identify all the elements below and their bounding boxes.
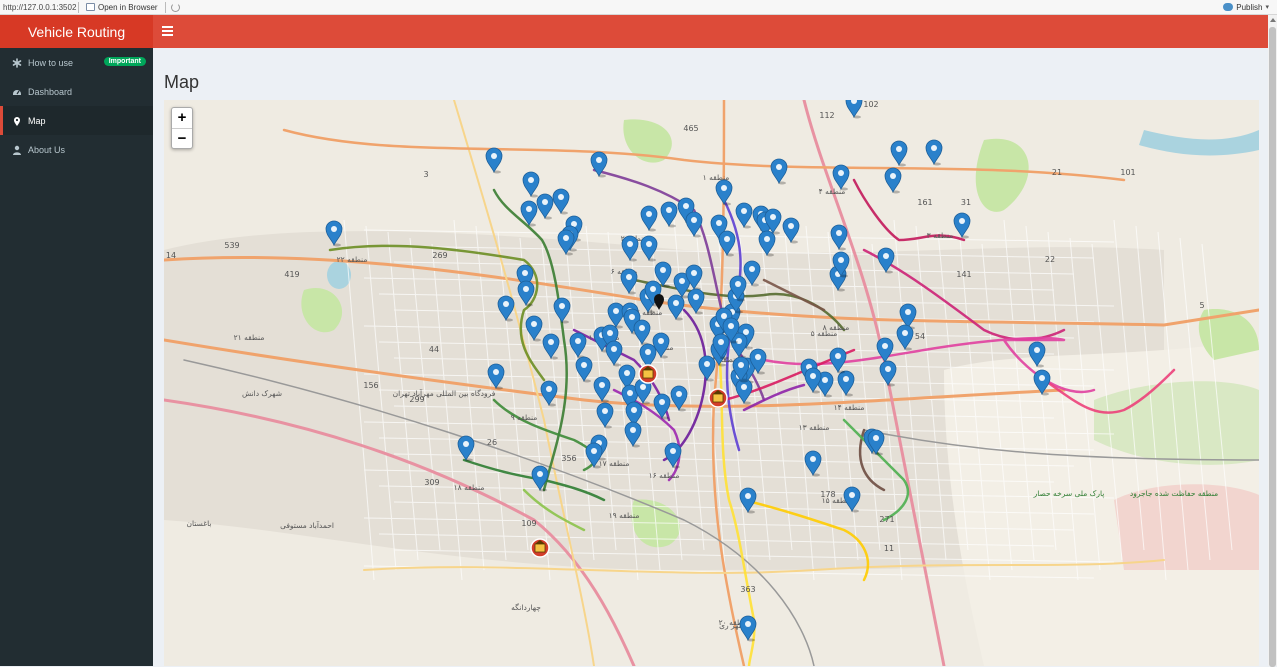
scrollbar-thumb[interactable] — [1269, 27, 1276, 667]
place-label: شهرک دانش — [242, 389, 282, 398]
depot-marker-icon[interactable] — [638, 364, 658, 384]
browser-window-icon — [86, 3, 95, 11]
main-content: Map منطقه ۱منطقه ۲منطقه ۳منطقه ۴منطقه ۵م… — [153, 48, 1268, 666]
place-label: چهاردانگه — [511, 603, 541, 612]
place-label: منطقه ۱۴ — [834, 403, 865, 412]
place-label: باغستان — [186, 519, 211, 528]
road-number-label: 21 — [1052, 168, 1062, 177]
depot-marker-icon[interactable] — [708, 388, 728, 408]
road-number-label: 419 — [284, 270, 299, 279]
dashboard-icon — [12, 87, 22, 97]
publish-icon — [1223, 3, 1234, 11]
road-number-label: 54 — [915, 332, 925, 341]
sidebar-item-label: About Us — [28, 144, 66, 155]
place-label: منطقه ۱۶ — [649, 471, 680, 480]
road-number-label: 101 — [1120, 168, 1135, 177]
toolbar-divider — [164, 1, 166, 13]
road-number-label: 141 — [956, 270, 971, 279]
open-in-browser-button[interactable]: Open in Browser — [82, 3, 162, 12]
map-marker-icon — [12, 116, 22, 126]
asterisk-icon — [12, 57, 22, 68]
app-logo[interactable]: Vehicle Routing — [0, 15, 153, 48]
sidebar-item-how-to-use[interactable]: How to use Important — [0, 48, 153, 77]
road-number-label: 271 — [879, 515, 894, 524]
road-number-label: 5 — [1199, 301, 1204, 310]
refresh-icon[interactable] — [170, 2, 180, 12]
scrollbar[interactable] — [1268, 15, 1277, 667]
road-number-label: 22 — [1045, 255, 1055, 264]
place-label: پارک ملی سرخه حصار — [1033, 489, 1105, 498]
place-label: منطقه ۳ — [927, 231, 954, 240]
zoom-out-button[interactable]: − — [172, 128, 192, 148]
road-number-label: 109 — [521, 519, 536, 528]
sidebar-item-label: Map — [28, 115, 46, 126]
publish-button[interactable]: Publish ▾ — [1223, 3, 1277, 12]
road-number-label: 363 — [740, 585, 755, 594]
sidebar-item-label: How to use — [28, 57, 74, 68]
user-icon — [12, 145, 22, 155]
road-number-label: 44 — [429, 345, 439, 354]
sidebar-item-label: Dashboard — [28, 86, 73, 97]
place-label: منطقه ۹ — [511, 413, 538, 422]
place-label: منطقه ۲۲ — [337, 255, 368, 264]
sidebar-item-about-us[interactable]: About Us — [0, 135, 153, 164]
road-number-label: 161 — [917, 198, 932, 207]
road-number-label: 3 — [423, 170, 428, 179]
open-in-browser-label: Open in Browser — [98, 2, 158, 12]
road-number-label: 465 — [683, 124, 698, 133]
road-number-label: 112 — [819, 111, 834, 120]
place-label: منطقه ۱۸ — [454, 483, 485, 492]
viewer-url: http://127.0.0.1:3502 — [3, 2, 77, 12]
sidebar-item-map[interactable]: Map — [0, 106, 153, 135]
road-number-label: 156 — [363, 381, 378, 390]
page-title: Map — [164, 72, 200, 92]
road-number-label: 356 — [561, 454, 576, 463]
zoom-in-button[interactable]: + — [172, 108, 192, 128]
place-label: منطقه ۱۳ — [799, 423, 830, 432]
route-map[interactable]: منطقه ۱منطقه ۲منطقه ۳منطقه ۴منطقه ۵منطقه… — [164, 100, 1259, 666]
place-label: منطقه ۲۱ — [234, 333, 265, 342]
place-label: فرودگاه بین المللی مهرآباد تهران — [393, 388, 496, 398]
place-label: احمدآباد مستوفی — [280, 520, 334, 530]
place-label: منطقه حفاظت شده جاجرود — [1130, 489, 1218, 498]
road-number-label: 102 — [863, 100, 878, 109]
chevron-down-icon: ▾ — [1265, 4, 1269, 11]
depot-marker-icon[interactable] — [530, 538, 550, 558]
top-navbar — [153, 15, 1268, 48]
sidebar: How to use Important Dashboard Map About… — [0, 48, 153, 666]
zoom-control: + − — [171, 107, 193, 149]
road-number-label: 31 — [961, 198, 971, 207]
place-label: منطقه ۱۹ — [609, 511, 640, 520]
road-number-label: 26 — [487, 438, 497, 447]
viewer-toolbar: http://127.0.0.1:3502 Open in Browser Pu… — [0, 0, 1277, 15]
road-number-label: 539 — [224, 241, 239, 250]
scroll-up-arrow-icon[interactable] — [1270, 18, 1276, 22]
road-number-label: 309 — [424, 478, 439, 487]
sidebar-toggle-icon[interactable] — [162, 26, 173, 36]
road-number-label: 299 — [409, 395, 424, 404]
important-badge: Important — [103, 57, 146, 66]
toolbar-divider — [78, 1, 79, 13]
place-label: منطقه ۸ — [823, 323, 850, 332]
road-number-label: 269 — [432, 251, 447, 260]
road-number-label: 178 — [820, 490, 835, 499]
publish-label: Publish — [1236, 2, 1263, 12]
map-canvas[interactable]: منطقه ۱منطقه ۲منطقه ۳منطقه ۴منطقه ۵منطقه… — [164, 100, 1259, 666]
road-number-label: 14 — [166, 251, 176, 260]
road-number-label: 11 — [884, 544, 894, 553]
app-title: Vehicle Routing — [27, 23, 126, 40]
sidebar-item-dashboard[interactable]: Dashboard — [0, 77, 153, 106]
